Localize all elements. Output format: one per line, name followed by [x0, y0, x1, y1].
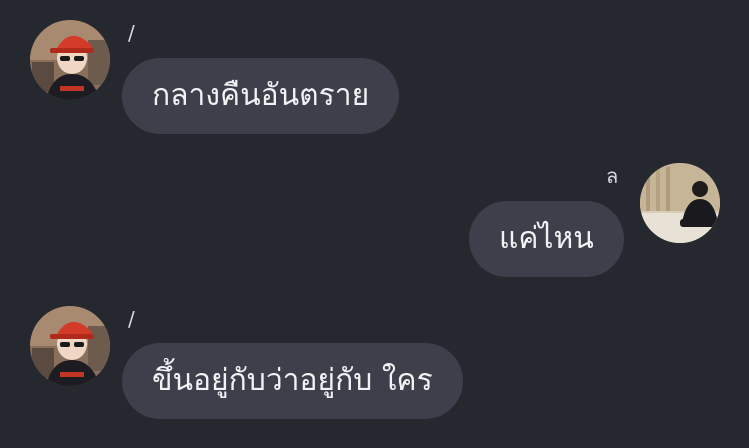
avatar[interactable] [30, 306, 110, 386]
avatar-photo-icon [30, 306, 110, 386]
avatar[interactable] [640, 163, 720, 243]
message-bubble[interactable]: กลางคืนอันตราย [122, 58, 400, 134]
avatar-photo-icon [30, 20, 110, 100]
sender-name: / [128, 21, 135, 45]
sender-name: / [128, 307, 135, 331]
message-bubble[interactable]: แค่ไหน [469, 201, 624, 277]
message-bubble[interactable]: ขึ้นอยู่กับว่าอยู่กับ ใคร [122, 343, 463, 419]
avatar[interactable] [30, 20, 110, 100]
sender-name: ล [606, 164, 619, 188]
avatar-photo-icon [640, 163, 720, 243]
